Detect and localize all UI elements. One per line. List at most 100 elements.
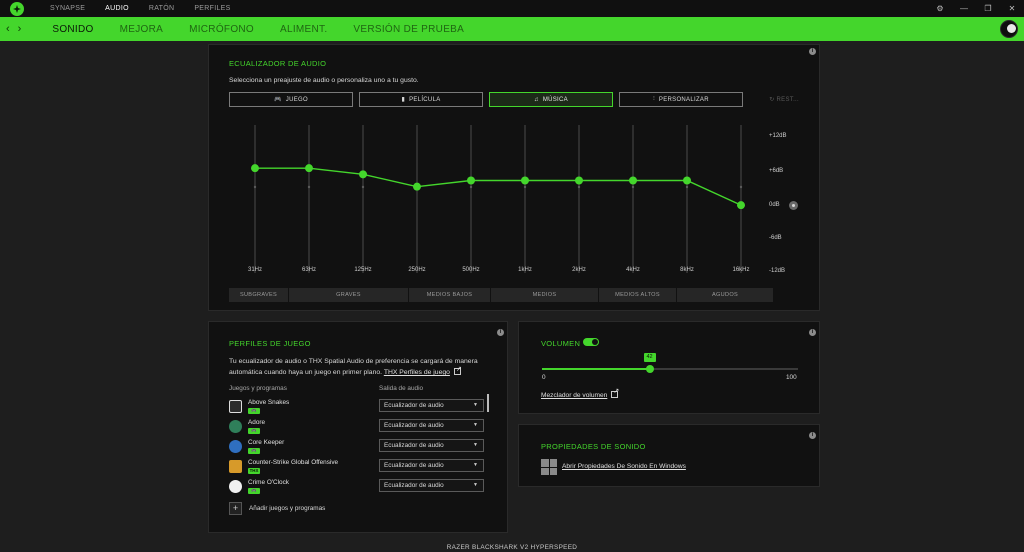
info-icon[interactable]: i <box>809 432 816 439</box>
scrollbar[interactable] <box>487 394 489 412</box>
tab-aliment[interactable]: ALIMENT. <box>267 24 340 35</box>
eq-band-handle-1khz[interactable] <box>521 176 529 185</box>
gamepad-badge: 🎮 <box>248 448 260 454</box>
add-games-label[interactable]: Añadir juegos y programas <box>249 505 325 512</box>
adore-icon <box>229 420 242 433</box>
eq-reference-dot <box>631 185 635 189</box>
gamepad-badge: 🎮 <box>248 428 260 434</box>
eq-band-handle-500hz[interactable] <box>467 176 475 185</box>
eq-reference-dot <box>361 185 365 189</box>
info-icon[interactable]: i <box>809 329 816 336</box>
add-game-button[interactable]: + <box>229 502 242 515</box>
back-arrow-icon[interactable]: ‹ <box>6 23 10 35</box>
audio-output-select[interactable]: Ecualizador de audio ▼ <box>379 459 484 472</box>
db-label-plus6: +6dB <box>769 168 784 174</box>
volume-slider-fill <box>542 368 650 370</box>
volume-slider-thumb[interactable] <box>645 365 654 373</box>
device-avatar[interactable] <box>1000 20 1018 38</box>
eq-band-handle-2khz[interactable] <box>575 176 583 185</box>
equalizer-graph <box>251 125 745 273</box>
topnav-audio[interactable]: AUDIO <box>95 0 139 17</box>
audio-output-select[interactable]: Ecualizador de audio ▼ <box>379 439 484 452</box>
above-snakes-icon <box>229 400 242 413</box>
audio-output-select[interactable]: Ecualizador de audio ▼ <box>379 479 484 492</box>
top-nav: SYNAPSE AUDIO RATÓN PERFILES <box>40 0 241 17</box>
range-agudos: AGUDOS <box>677 288 773 302</box>
razer-logo-icon[interactable] <box>10 1 24 16</box>
game-row: Crime O'Clock 🎮 Ecualizador de audio ▼ <box>229 479 489 497</box>
info-icon[interactable]: i <box>497 329 504 336</box>
tab-microfono[interactable]: MICRÓFONO <box>176 24 267 35</box>
audio-output-select[interactable]: Ecualizador de audio ▼ <box>379 419 484 432</box>
eq-reference-dot <box>577 185 581 189</box>
range-medios-altos: MEDIOS ALTOS <box>599 288 676 302</box>
tab-mejora[interactable]: MEJORA <box>107 24 176 35</box>
settings-icon[interactable]: ⚙ <box>928 4 952 13</box>
chevron-down-icon: ▼ <box>473 462 478 468</box>
topnav-raton[interactable]: RATÓN <box>139 0 184 17</box>
title-bar: SYNAPSE AUDIO RATÓN PERFILES ⚙ — ❐ ✕ <box>0 0 1024 17</box>
thx-badge: THX <box>248 468 260 474</box>
maximize-icon[interactable]: ❐ <box>976 4 1000 13</box>
band-label: 16kHz <box>732 267 750 273</box>
gamepad-badge: 🎮 <box>248 408 260 414</box>
external-link-icon[interactable] <box>611 387 619 398</box>
equalizer-panel: ECUALIZADOR DE AUDIO i Selecciona un pre… <box>208 44 820 311</box>
game-row: Above Snakes 🎮 Ecualizador de audio ▼ <box>229 399 489 417</box>
volume-toggle[interactable] <box>583 338 599 346</box>
band-label: 125Hz <box>354 267 372 273</box>
audio-output-select[interactable]: Ecualizador de audio ▼ <box>379 399 484 412</box>
band-label: 2kHz <box>572 267 586 273</box>
close-icon[interactable]: ✕ <box>1000 4 1024 13</box>
sub-nav-bar: ‹ › SONIDO MEJORA MICRÓFONO ALIMENT. VER… <box>0 17 1024 41</box>
eq-band-handle-4khz[interactable] <box>629 176 637 185</box>
game-profiles-panel: PERFILES DE JUEGO i Tu ecualizador de au… <box>208 321 508 533</box>
window-controls: ⚙ — ❐ ✕ <box>928 0 1024 17</box>
sound-properties-title: PROPIEDADES DE SONIDO <box>541 442 646 451</box>
range-graves: GRAVES <box>289 288 408 302</box>
game-row: Adore 🎮 Ecualizador de audio ▼ <box>229 419 489 437</box>
db-label-minus6: -6dB <box>769 235 782 241</box>
game-row: Core Keeper 🎮 Ecualizador de audio ▼ <box>229 439 489 457</box>
db-label-zero: 0dB <box>769 202 780 208</box>
chevron-down-icon: ▼ <box>473 422 478 428</box>
eq-band-handle-8khz[interactable] <box>683 176 691 185</box>
sound-properties-panel: PROPIEDADES DE SONIDO i Abrir Propiedade… <box>518 424 820 487</box>
band-label: 4kHz <box>626 267 640 273</box>
forward-arrow-icon[interactable]: › <box>18 23 22 35</box>
frequency-range-row: SUBGRAVES GRAVES MEDIOS BAJOS MEDIOS MED… <box>229 288 773 302</box>
chevron-down-icon: ▼ <box>473 402 478 408</box>
eq-band-handle-250hz[interactable] <box>413 182 421 191</box>
core-keeper-icon <box>229 440 242 453</box>
open-sound-properties-link[interactable]: Abrir Propiedades De Sonido En Windows <box>562 463 686 470</box>
volume-slider[interactable]: 42 <box>542 353 798 373</box>
eq-band-handle-31hz[interactable] <box>251 164 259 173</box>
windows-icon <box>541 459 557 475</box>
eq-reference-dot <box>307 185 311 189</box>
chevron-down-icon: ▼ <box>473 482 478 488</box>
external-link-icon[interactable] <box>453 364 462 375</box>
eq-band-handle-125hz[interactable] <box>359 170 367 179</box>
tab-sonido[interactable]: SONIDO <box>39 24 106 35</box>
tab-version-prueba[interactable]: VERSIÓN DE PRUEBA <box>340 24 477 35</box>
col-games-header: Juegos y programas <box>229 385 287 392</box>
chevron-down-icon: ▼ <box>473 442 478 448</box>
eq-band-handle-63hz[interactable] <box>305 164 313 173</box>
topnav-synapse[interactable]: SYNAPSE <box>40 0 95 17</box>
volume-panel: VOLUMEN i 42 0 100 Mezclador de volumen <box>518 321 820 414</box>
thx-profiles-link[interactable]: THX Perfiles de juego <box>384 369 450 376</box>
eq-reference-dot <box>685 185 689 189</box>
volume-mixer-link[interactable]: Mezclador de volumen <box>541 387 619 399</box>
range-medios-bajos: MEDIOS BAJOS <box>409 288 490 302</box>
band-label: 1kHz <box>518 267 532 273</box>
eq-curve <box>255 167 742 206</box>
eq-level-handle[interactable] <box>789 201 798 210</box>
eq-band-handle-16khz[interactable] <box>737 201 745 210</box>
game-row: Counter-Strike Global Offensive THX Ecua… <box>229 459 489 477</box>
minimize-icon[interactable]: — <box>952 4 976 13</box>
band-label: 8kHz <box>680 267 694 273</box>
topnav-perfiles[interactable]: PERFILES <box>184 0 240 17</box>
volume-value-bubble: 42 <box>643 353 656 362</box>
range-medios: MEDIOS <box>491 288 598 302</box>
db-label-minus12: -12dB <box>769 268 786 274</box>
